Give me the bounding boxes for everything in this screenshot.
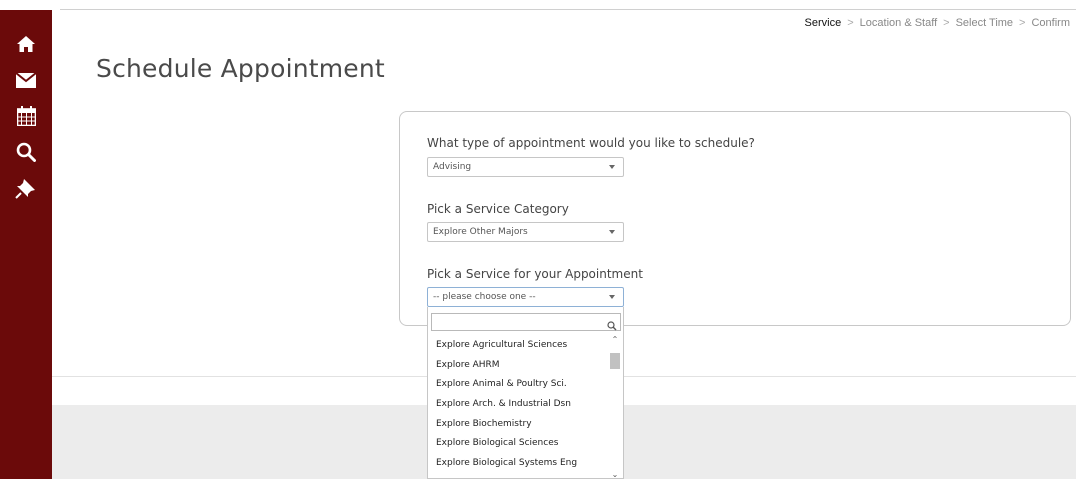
home-icon[interactable] (14, 32, 38, 56)
breadcrumb-separator: > (1019, 17, 1026, 29)
service-select[interactable]: -- please choose one -- (427, 287, 624, 307)
appointment-type-label: What type of appointment would you like … (427, 136, 755, 150)
breadcrumb-separator: > (943, 17, 950, 29)
breadcrumb-step-location-staff: Location & Staff (859, 17, 938, 29)
search-icon (607, 316, 617, 335)
dropdown-search-field[interactable] (431, 313, 621, 334)
service-category-value: Explore Other Majors (433, 227, 528, 237)
breadcrumb: Service > Location & Staff > Select Time > Con… (805, 17, 1070, 29)
dropdown-option[interactable]: Explore Arch. & Industrial Dsn (428, 394, 608, 414)
sidebar (0, 10, 52, 479)
scrollbar-thumb[interactable] (610, 353, 620, 369)
scroll-down-icon[interactable]: ⌄ (611, 470, 619, 479)
dropdown-option[interactable]: Explore Animal & Poultry Sci. (428, 374, 608, 394)
caret-down-icon (609, 295, 615, 299)
scroll-up-icon[interactable]: ⌃ (611, 335, 619, 344)
appointment-type-select[interactable]: Advising (427, 157, 624, 177)
envelope-icon[interactable] (14, 68, 38, 92)
service-value: -- please choose one -- (433, 292, 536, 302)
breadcrumb-step-select-time: Select Time (955, 17, 1014, 29)
caret-down-icon (609, 230, 615, 234)
search-icon[interactable] (14, 140, 38, 164)
dropdown-option[interactable]: Explore AHRM (428, 355, 608, 375)
dropdown-option[interactable]: Explore Agricultural Sciences (428, 335, 608, 355)
service-category-label: Pick a Service Category (427, 202, 569, 216)
service-category-select[interactable]: Explore Other Majors (427, 222, 624, 242)
appointment-type-value: Advising (433, 162, 472, 172)
top-divider (60, 9, 1076, 10)
dropdown-option[interactable]: Explore Biochemistry (428, 414, 608, 434)
service-label: Pick a Service for your Appointment (427, 267, 643, 281)
breadcrumb-step-service: Service (804, 17, 842, 29)
dropdown-option[interactable]: Explore Biological Sciences (428, 433, 608, 453)
breadcrumb-step-confirm: Confirm (1031, 17, 1070, 29)
service-dropdown: Explore Agricultural Sciences Explore AH… (427, 307, 624, 479)
breadcrumb-separator: > (847, 17, 854, 29)
page-title: Schedule Appointment (96, 54, 385, 83)
dropdown-option[interactable]: Explore Biological Systems Eng (428, 453, 608, 473)
dropdown-search-input[interactable] (432, 318, 602, 334)
top-bar (0, 0, 1076, 10)
dropdown-scrollbar[interactable]: ⌃ ⌄ (609, 335, 621, 479)
thumbtack-icon[interactable] (14, 176, 38, 200)
calendar-icon[interactable] (14, 104, 38, 128)
dropdown-options-list: Explore Agricultural Sciences Explore AH… (428, 335, 608, 473)
caret-down-icon (609, 165, 615, 169)
